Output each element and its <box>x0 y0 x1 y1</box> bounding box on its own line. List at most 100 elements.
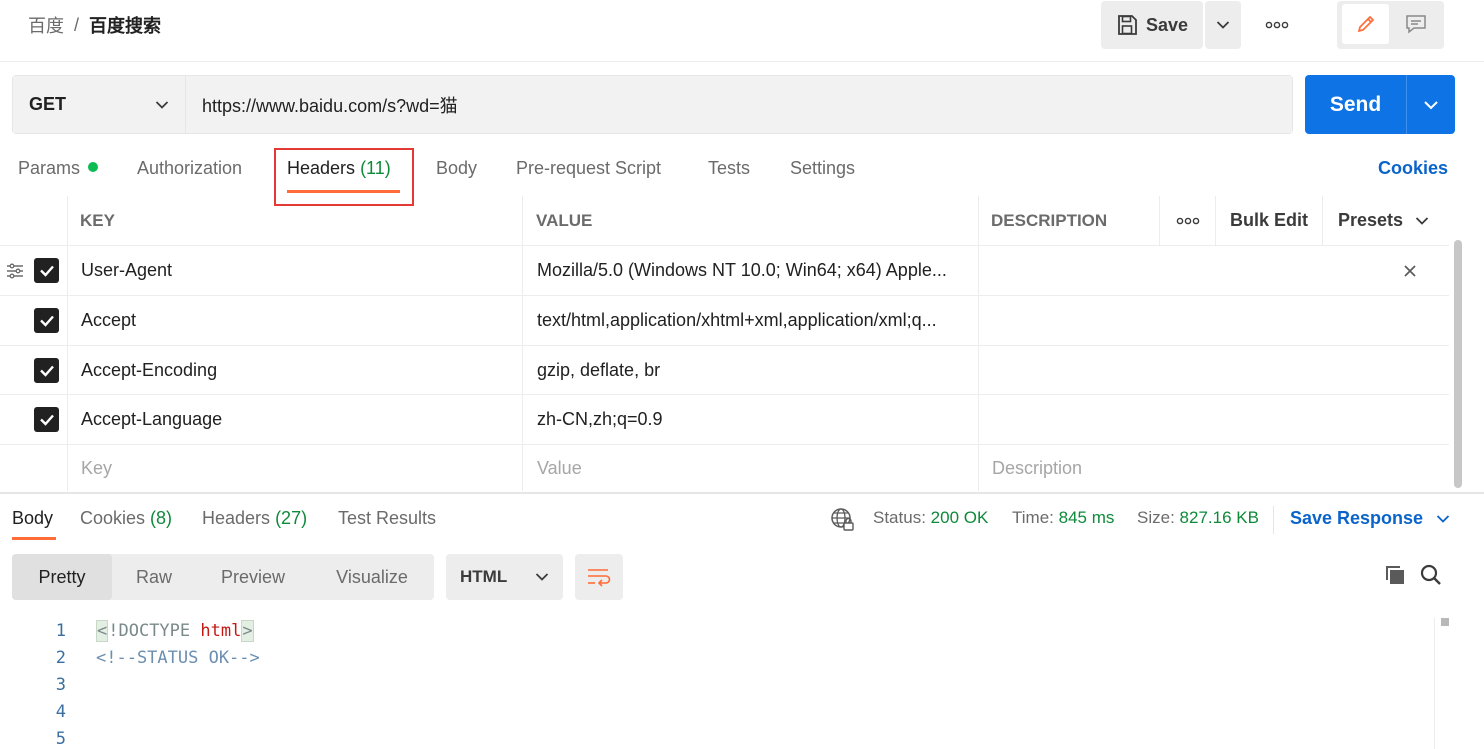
cookies-link[interactable]: Cookies <box>1378 158 1448 179</box>
top-bar: 百度 / 百度搜索 Save <box>0 0 1484 62</box>
headers-scrollbar-thumb[interactable] <box>1454 240 1462 488</box>
save-response-dropdown[interactable]: Save Response <box>1290 508 1450 529</box>
response-tabs: Body Cookies (8) Headers (27) Test Resul… <box>0 500 1484 542</box>
save-response-label: Save Response <box>1290 508 1424 528</box>
column-header-value: VALUE <box>536 210 593 230</box>
format-raw[interactable]: Raw <box>112 554 196 600</box>
response-body-code[interactable]: 1 <!DOCTYPE html> 2 <!--STATUS OK--> 3 4… <box>0 618 1434 749</box>
code-line: 5 <box>0 726 1434 749</box>
edit-mode-button[interactable] <box>1342 4 1389 44</box>
more-horizontal-icon <box>1176 217 1200 224</box>
code-text: <!--STATUS OK--> <box>96 648 260 668</box>
line-number: 5 <box>55 729 66 749</box>
header-key-cell[interactable]: Accept-Encoding <box>81 346 217 394</box>
method-select[interactable]: GET <box>13 76 186 133</box>
chevron-down-icon <box>535 573 549 581</box>
tab-response-cookies-label: Cookies <box>80 508 146 528</box>
wrap-lines-button[interactable] <box>575 554 623 600</box>
header-key-cell[interactable]: User-Agent <box>81 246 172 295</box>
send-options-button[interactable] <box>1407 75 1455 134</box>
save-button[interactable]: Save <box>1101 1 1203 49</box>
method-value: GET <box>29 94 67 114</box>
line-number: 1 <box>55 621 66 641</box>
bulk-edit-button[interactable]: Bulk Edit <box>1230 196 1308 245</box>
row-checkbox[interactable] <box>34 246 59 295</box>
new-key-input[interactable]: Key <box>81 445 112 491</box>
new-value-input[interactable]: Value <box>537 445 582 491</box>
format-visualize[interactable]: Visualize <box>310 554 434 600</box>
tab-settings[interactable]: Settings <box>790 158 855 179</box>
url-input[interactable] <box>186 76 1292 133</box>
format-pretty[interactable]: Pretty <box>12 554 112 600</box>
language-value: HTML <box>460 567 508 586</box>
tab-tests[interactable]: Tests <box>708 158 750 179</box>
time-value: 845 ms <box>1058 508 1115 527</box>
table-row: Accept-Encoding gzip, deflate, br <box>0 346 1449 395</box>
tab-params-label: Params <box>18 158 81 178</box>
table-row: User-Agent Mozilla/5.0 (Windows NT 10.0;… <box>0 246 1449 296</box>
drag-handle[interactable] <box>6 246 24 295</box>
save-options-button[interactable] <box>1205 1 1241 49</box>
chevron-down-icon <box>1415 216 1429 225</box>
documentation-mode-button[interactable] <box>1394 4 1438 44</box>
send-button-group: Send <box>1305 75 1455 134</box>
tab-response-cookies-count: (8) <box>150 508 173 528</box>
tab-response-body[interactable]: Body <box>12 508 53 529</box>
chevron-down-icon <box>1424 100 1438 109</box>
tab-test-results[interactable]: Test Results <box>338 508 436 529</box>
time-info[interactable]: Time: 845 ms <box>1012 508 1114 528</box>
row-checkbox[interactable] <box>34 346 59 394</box>
search-icon[interactable] <box>1419 563 1443 587</box>
size-label: Size: <box>1137 508 1175 527</box>
table-row: Accept text/html,application/xhtml+xml,a… <box>0 296 1449 346</box>
presets-dropdown[interactable]: Presets <box>1338 196 1429 245</box>
header-key-cell[interactable]: Accept-Language <box>81 395 222 444</box>
header-value-cell[interactable]: Mozilla/5.0 (Windows NT 10.0; Win64; x64… <box>537 246 973 295</box>
breadcrumb-current[interactable]: 百度搜索 <box>89 12 161 38</box>
more-actions-button[interactable] <box>1262 14 1292 36</box>
checkmark-icon <box>34 357 59 383</box>
tab-response-cookies[interactable]: Cookies (8) <box>80 508 172 529</box>
tab-response-headers-label: Headers <box>202 508 271 528</box>
format-preview[interactable]: Preview <box>196 554 310 600</box>
line-number: 3 <box>55 675 66 695</box>
breadcrumb-parent[interactable]: 百度 <box>28 12 64 38</box>
wrap-text-icon <box>588 569 611 587</box>
tab-authorization[interactable]: Authorization <box>137 158 242 179</box>
row-checkbox[interactable] <box>34 296 59 345</box>
delete-row-button[interactable] <box>1403 246 1417 295</box>
row-checkbox[interactable] <box>34 395 59 444</box>
request-url-bar: GET <box>12 75 1293 134</box>
code-scrollbar[interactable] <box>1434 618 1435 749</box>
size-value: 827.16 KB <box>1179 508 1259 527</box>
header-key-cell[interactable]: Accept <box>81 296 136 345</box>
tab-response-headers[interactable]: Headers (27) <box>202 508 307 529</box>
code-text: <!DOCTYPE html> <box>96 620 254 642</box>
header-value-cell[interactable]: zh-CN,zh;q=0.9 <box>537 395 973 444</box>
tab-params[interactable]: Params <box>18 158 99 179</box>
panel-divider[interactable] <box>0 492 1484 494</box>
code-line: 4 <box>0 699 1434 726</box>
network-globe-icon[interactable] <box>830 507 856 538</box>
column-header-description: DESCRIPTION <box>991 210 1108 230</box>
status-info[interactable]: Status: 200 OK <box>873 508 988 528</box>
chevron-down-icon <box>1216 21 1230 29</box>
header-value-cell[interactable]: gzip, deflate, br <box>537 346 973 394</box>
copy-icon[interactable] <box>1383 563 1407 587</box>
send-button[interactable]: Send <box>1305 75 1407 134</box>
size-info[interactable]: Size: 827.16 KB <box>1137 508 1259 528</box>
breadcrumb-separator: / <box>74 14 80 35</box>
status-label: Status: <box>873 508 926 527</box>
column-header-key: KEY <box>80 210 115 230</box>
time-label: Time: <box>1012 508 1054 527</box>
presets-label: Presets <box>1338 210 1404 230</box>
tab-pre-request-script[interactable]: Pre-request Script <box>516 158 661 179</box>
line-number: 4 <box>55 702 66 722</box>
tab-body[interactable]: Body <box>436 158 477 179</box>
header-value-cell[interactable]: text/html,application/xhtml+xml,applicat… <box>537 296 973 345</box>
code-scrollbar-thumb[interactable] <box>1441 618 1449 626</box>
language-select[interactable]: HTML <box>446 554 563 600</box>
close-icon <box>1404 264 1416 277</box>
new-description-input[interactable]: Description <box>992 445 1082 491</box>
column-options-button[interactable] <box>1174 196 1202 245</box>
